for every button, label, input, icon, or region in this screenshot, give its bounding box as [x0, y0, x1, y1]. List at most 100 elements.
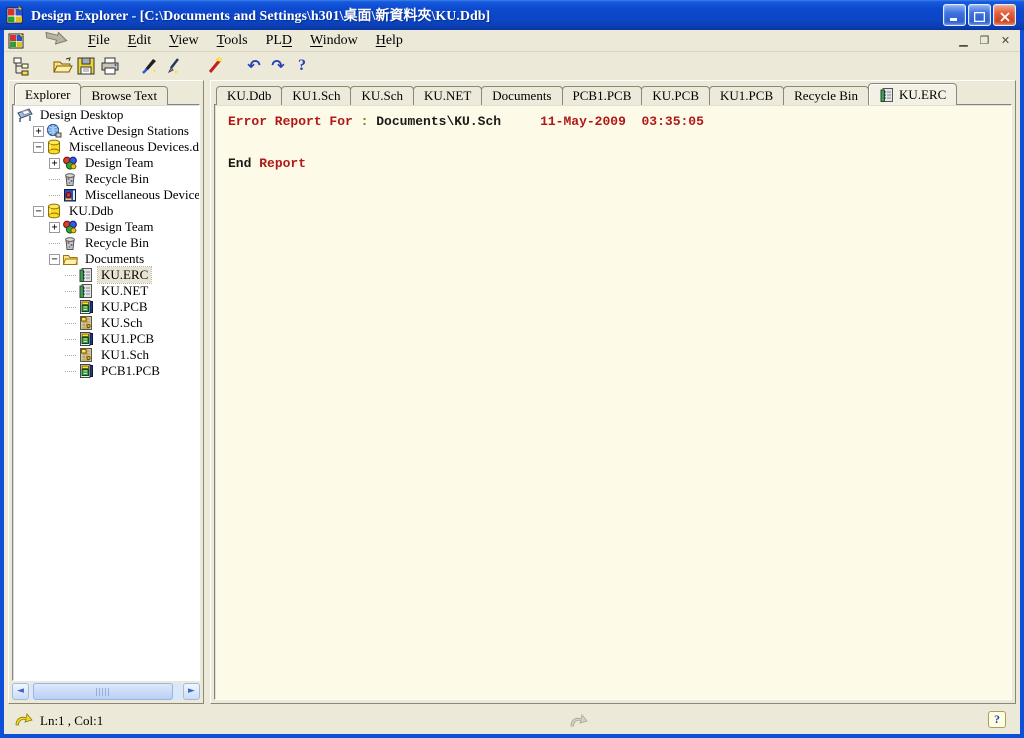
tree-item-design-team[interactable]: +Design Team	[15, 219, 199, 235]
report-header-line: Error Report For : Documents\KU.Sch 11-M…	[228, 111, 1011, 132]
scroll-thumb[interactable]	[33, 683, 173, 700]
redo-icon[interactable]: ↷	[266, 54, 290, 77]
mdi-close-button[interactable]: ✕	[997, 33, 1014, 48]
document-tab-ku1.pcb[interactable]: KU1.PCB	[709, 86, 784, 105]
report-text-segment	[501, 114, 540, 129]
tree-item-label: KU.Sch	[98, 315, 146, 331]
expand-plus-icon[interactable]: +	[33, 126, 44, 137]
design-manager-icon[interactable]	[10, 54, 34, 77]
tree-item-active-design-stations[interactable]: + Active Design Stations	[15, 123, 199, 139]
tab-label: KU.NET	[424, 88, 471, 104]
tree-item-label: Recycle Bin	[82, 235, 152, 251]
document-tab-ku.sch[interactable]: KU.Sch	[350, 86, 414, 105]
tree-indent	[15, 283, 65, 299]
tree-horizontal-scrollbar[interactable]: ◄ ►	[12, 683, 200, 700]
collapse-minus-icon[interactable]: −	[33, 142, 44, 153]
tree-indent	[15, 219, 49, 235]
print-icon[interactable]	[98, 54, 122, 77]
document-tab-ku.net[interactable]: KU.NET	[413, 86, 482, 105]
tree-item-design-desktop[interactable]: Design Desktop	[15, 107, 199, 123]
document-tab-ku.erc[interactable]: KU.ERC	[868, 83, 957, 105]
tree-item-ku1-sch[interactable]: KU1.Sch	[15, 347, 199, 363]
tree-item-label: KU.PCB	[98, 299, 151, 315]
panel-tab-browse-text[interactable]: Browse Text	[80, 86, 168, 105]
tree-indent	[15, 155, 49, 171]
menu-file[interactable]: File	[79, 32, 119, 50]
tree-item-label: KU.ERC	[98, 267, 151, 283]
tree-item-ku-erc[interactable]: KU.ERC	[15, 267, 199, 283]
scroll-right-button[interactable]: ►	[183, 683, 200, 700]
expand-plus-icon[interactable]: +	[49, 158, 60, 169]
collapse-minus-icon[interactable]: −	[33, 206, 44, 217]
menu-bar: FileEditViewToolsPLDWindowHelp ▁ ❐ ✕	[4, 30, 1020, 52]
report-footer-line: End Report	[228, 153, 1011, 174]
document-tab-documents[interactable]: Documents	[481, 86, 562, 105]
tree-item-ku-sch[interactable]: KU.Sch	[15, 315, 199, 331]
tree-item-label: KU.Ddb	[66, 203, 116, 219]
minimize-button[interactable]	[943, 4, 966, 26]
tree-indent	[15, 123, 33, 139]
error-report-view[interactable]: Error Report For : Documents\KU.Sch 11-M…	[214, 104, 1012, 700]
menu-pld[interactable]: PLD	[257, 32, 301, 50]
mdi-restore-button[interactable]: ❐	[976, 33, 993, 48]
tree-indent	[15, 299, 65, 315]
tree-item-label: Design Team	[82, 155, 157, 171]
document-tab-ku1.sch[interactable]: KU1.Sch	[281, 86, 351, 105]
tree-item-recycle-bin[interactable]: Recycle Bin	[15, 235, 199, 251]
wand-tool-icon[interactable]	[202, 54, 226, 77]
maximize-button[interactable]	[968, 4, 991, 26]
tree-indent	[15, 251, 49, 267]
help-icon[interactable]: ?	[290, 54, 314, 77]
document-tab-ku.ddb[interactable]: KU.Ddb	[216, 86, 282, 105]
tree-connector	[65, 300, 76, 308]
document-window-icon[interactable]	[8, 33, 25, 49]
toolbar-group: ↶↷?	[242, 54, 314, 77]
knife-tool-icon[interactable]	[138, 54, 162, 77]
tree-item-label: Documents	[82, 251, 147, 267]
undo-icon[interactable]: ↶	[242, 54, 266, 77]
mdi-minimize-button[interactable]: ▁	[955, 33, 972, 48]
pulldown-arrow-icon[interactable]	[43, 31, 69, 50]
collapse-minus-icon[interactable]: −	[49, 254, 60, 265]
tree-connector	[65, 284, 76, 292]
tree-connector	[65, 332, 76, 340]
tree-indent	[15, 347, 65, 363]
document-tab-recycle-bin[interactable]: Recycle Bin	[783, 86, 869, 105]
tree-item-label: Recycle Bin	[82, 171, 152, 187]
menu-edit[interactable]: Edit	[119, 32, 160, 50]
menu-tools[interactable]: Tools	[208, 32, 257, 50]
tree-item-label: Active Design Stations	[66, 123, 192, 139]
tab-label: PCB1.PCB	[573, 88, 632, 104]
open-folder-icon[interactable]	[50, 54, 74, 77]
tree-item-ku-net[interactable]: KU.NET	[15, 283, 199, 299]
tree-item-pcb1-pcb[interactable]: PCB1.PCB	[15, 363, 199, 379]
tree-item-ku1-pcb[interactable]: KU1.PCB	[15, 331, 199, 347]
tree-indent	[15, 315, 65, 331]
save-icon[interactable]	[74, 54, 98, 77]
menu-view[interactable]: View	[160, 32, 208, 50]
tree-item-miscellaneous-devices-lib[interactable]: Miscellaneous Devices.lib	[15, 187, 199, 203]
window-controls	[943, 4, 1016, 26]
status-help-icon[interactable]: ?	[988, 711, 1006, 728]
tree-item-recycle-bin[interactable]: Recycle Bin	[15, 171, 199, 187]
pen-tool-icon[interactable]	[162, 54, 186, 77]
title-bar: Design Explorer - [C:\Documents and Sett…	[0, 0, 1024, 30]
menu-window[interactable]: Window	[301, 32, 367, 50]
toolbar-group	[202, 54, 226, 77]
scroll-left-button[interactable]: ◄	[12, 683, 29, 700]
expand-plus-icon[interactable]: +	[49, 222, 60, 233]
close-button[interactable]	[993, 4, 1016, 26]
scroll-track[interactable]	[30, 683, 182, 700]
document-tab-pcb1.pcb[interactable]: PCB1.PCB	[562, 86, 643, 105]
tree-item-design-team[interactable]: + Design Team	[15, 155, 199, 171]
panel-tab-explorer[interactable]: Explorer	[14, 83, 81, 105]
tree-connector	[65, 316, 76, 324]
explorer-panel: ExplorerBrowse Text Design Desktop + Activ…	[8, 80, 204, 704]
tree-item-ku-ddb[interactable]: − KU.Ddb	[15, 203, 199, 219]
tree-item-miscellaneous-devices-ddb[interactable]: −Miscellaneous Devices.ddb	[15, 139, 199, 155]
document-tab-ku.pcb[interactable]: KU.PCB	[641, 86, 710, 105]
tree-item-documents[interactable]: − Documents	[15, 251, 199, 267]
tree-item-ku-pcb[interactable]: KU.PCB	[15, 299, 199, 315]
tab-label: Documents	[492, 88, 551, 104]
menu-help[interactable]: Help	[367, 32, 412, 50]
